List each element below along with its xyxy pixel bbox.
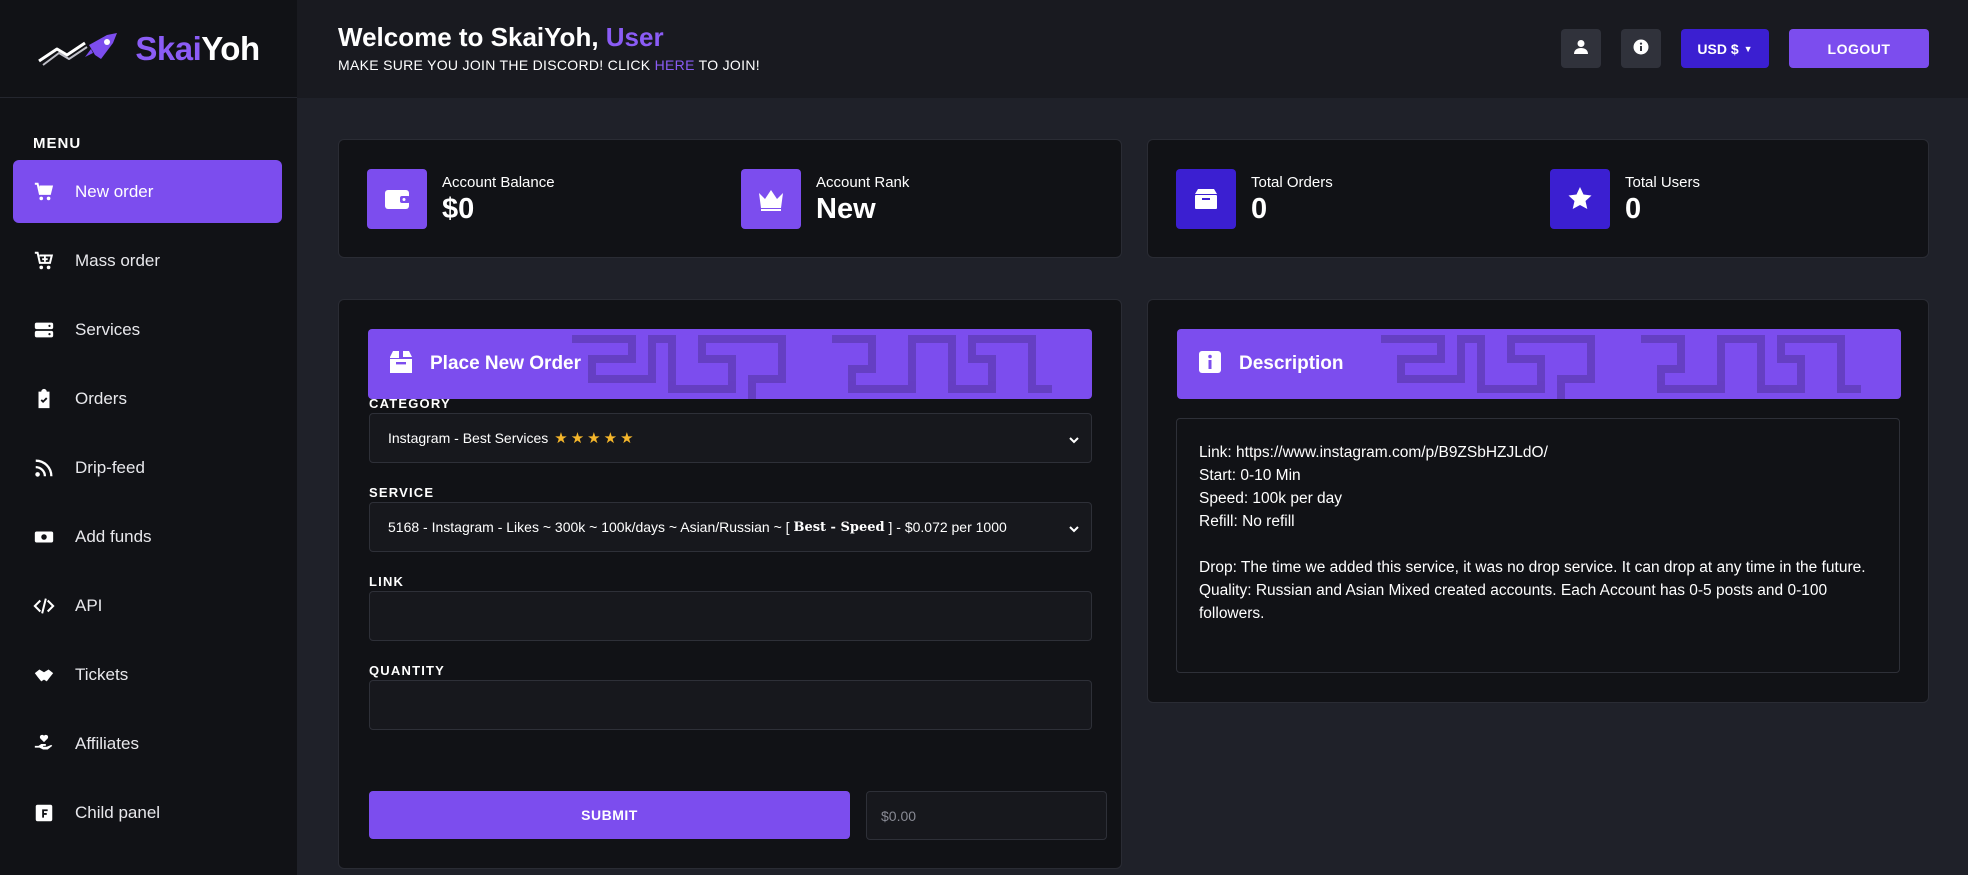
square-f-icon (33, 802, 55, 824)
description-line: Speed: 100k per day (1199, 490, 1343, 507)
description-line: Refill: No refill (1199, 513, 1295, 530)
stat-label: Account Rank (816, 174, 910, 191)
sidebar-item-label: Affiliates (75, 733, 139, 753)
stat-value: 0 (1625, 193, 1642, 225)
link-input[interactable] (369, 591, 1092, 641)
description-card: Description Link: https://www.instagram.… (1147, 299, 1929, 703)
rss-icon (33, 457, 55, 479)
stat-value: $0 (442, 193, 475, 225)
maze-pattern (572, 335, 1052, 399)
service-speed-tag: Best - Speed (793, 519, 885, 535)
chevron-down-icon (1069, 432, 1079, 444)
money-icon (33, 526, 55, 548)
description-line: Quality: Russian and Asian Mixed created… (1199, 582, 1828, 622)
sidebar-item-new-order[interactable]: New order (13, 160, 282, 223)
stat-label: Total Users (1625, 174, 1701, 191)
site-stats-card: Total Orders 0 Total Users 0 (1147, 139, 1929, 258)
sidebar-item-label: Child panel (75, 802, 161, 822)
handshake-icon (33, 664, 55, 686)
account-balance-stat: Account Balance $0 (367, 169, 555, 229)
sidebar-item-label: Tickets (75, 664, 129, 684)
total-users-stat: Total Users 0 (1550, 169, 1700, 229)
link-label: LINK (369, 574, 405, 589)
crown-icon (741, 169, 801, 229)
category-label: CATEGORY (369, 396, 451, 411)
hand-heart-icon (33, 733, 55, 755)
account-stats-card: Account Balance $0 Account Rank New (338, 139, 1122, 258)
box-open-icon (388, 349, 414, 380)
sidebar-item-label: Add funds (75, 526, 152, 546)
description-text: Link: https://www.instagram.com/p/B9ZSbH… (1176, 418, 1900, 673)
sidebar-item-affiliates[interactable]: Affiliates (13, 712, 282, 775)
stat-label: Total Orders (1251, 174, 1333, 191)
sidebar-item-label: New order (75, 181, 154, 201)
category-select[interactable]: Instagram - Best Services ★★★★★ (369, 413, 1092, 463)
sidebar-item-label: Orders (75, 388, 127, 408)
brand-name: SkaiYoh (135, 29, 260, 67)
welcome-title: Welcome to SkaiYoh, User (338, 22, 664, 52)
submit-button[interactable]: SUBMIT (369, 791, 850, 839)
info-button[interactable] (1621, 29, 1661, 68)
cart-plus-icon (33, 250, 55, 272)
sidebar-item-mass-order[interactable]: Mass order (13, 229, 282, 292)
description-line: Start: 0-10 Min (1199, 467, 1301, 484)
sidebar-item-orders[interactable]: Orders (13, 367, 282, 430)
sidebar-item-services[interactable]: Services (13, 298, 282, 361)
sidebar-item-api[interactable]: API (13, 574, 282, 637)
stat-label: Account Balance (442, 174, 555, 191)
sidebar-nav: New order Mass order Services Orders Dri… (13, 160, 282, 850)
star-badge-icon (1550, 169, 1610, 229)
account-button[interactable] (1561, 29, 1601, 68)
info-square-icon (1197, 349, 1223, 380)
rocket-logo-icon (37, 31, 129, 67)
caret-down-icon: ▼ (1743, 43, 1753, 54)
panel-title: Description (1239, 353, 1344, 374)
sidebar-item-add-funds[interactable]: Add funds (13, 505, 282, 568)
user-icon (1573, 39, 1589, 58)
currency-dropdown[interactable]: USD $ ▼ (1681, 29, 1769, 68)
place-order-card: Place New Order CATEGORY Instagram - Bes… (338, 299, 1122, 869)
description-line: Drop: The time we added this service, it… (1199, 559, 1866, 576)
box-icon (1176, 169, 1236, 229)
server-icon (33, 319, 55, 341)
username: User (605, 22, 664, 52)
description-line: Link: https://www.instagram.com/p/B9ZSbH… (1199, 444, 1548, 461)
top-header: Welcome to SkaiYoh, User MAKE SURE YOU J… (297, 0, 1968, 98)
clipboard-check-icon (33, 388, 55, 410)
sidebar-item-tickets[interactable]: Tickets (13, 643, 282, 706)
quantity-label: QUANTITY (369, 663, 446, 678)
stat-value: 0 (1251, 193, 1268, 225)
service-select[interactable]: 5168 - Instagram - Likes ~ 300k ~ 100k/d… (369, 502, 1092, 552)
sidebar-item-drip-feed[interactable]: Drip-feed (13, 436, 282, 499)
info-circle-icon (1633, 39, 1649, 58)
sidebar-item-label: API (75, 595, 103, 615)
discord-notice: MAKE SURE YOU JOIN THE DISCORD! CLICK HE… (338, 57, 760, 73)
service-label: SERVICE (369, 485, 435, 500)
price-display: $0.00 (866, 791, 1107, 840)
account-rank-stat: Account Rank New (741, 169, 909, 229)
sidebar-item-label: Services (75, 319, 141, 339)
description-header: Description (1177, 329, 1901, 399)
rating-stars: ★★★★★ (554, 430, 637, 447)
cart-icon (33, 181, 55, 203)
quantity-input[interactable] (369, 680, 1092, 730)
brand-logo[interactable]: SkaiYoh (0, 0, 297, 98)
place-order-header: Place New Order (368, 329, 1092, 399)
description-line (1199, 533, 1877, 556)
total-orders-stat: Total Orders 0 (1176, 169, 1333, 229)
panel-title: Place New Order (430, 353, 582, 374)
sidebar-item-label: Drip-feed (75, 457, 145, 477)
discord-link[interactable]: HERE (655, 57, 695, 73)
wallet-icon (367, 169, 427, 229)
sidebar-item-label: Mass order (75, 250, 161, 270)
logout-button[interactable]: LOGOUT (1789, 29, 1929, 68)
chevron-down-icon (1069, 521, 1079, 533)
code-icon (33, 595, 55, 617)
sidebar-item-child-panel[interactable]: Child panel (13, 781, 282, 844)
stat-value: New (816, 193, 876, 225)
sidebar: SkaiYoh MENU New order Mass order Servic… (0, 0, 297, 875)
menu-title: MENU (33, 135, 82, 152)
maze-pattern (1381, 335, 1861, 399)
